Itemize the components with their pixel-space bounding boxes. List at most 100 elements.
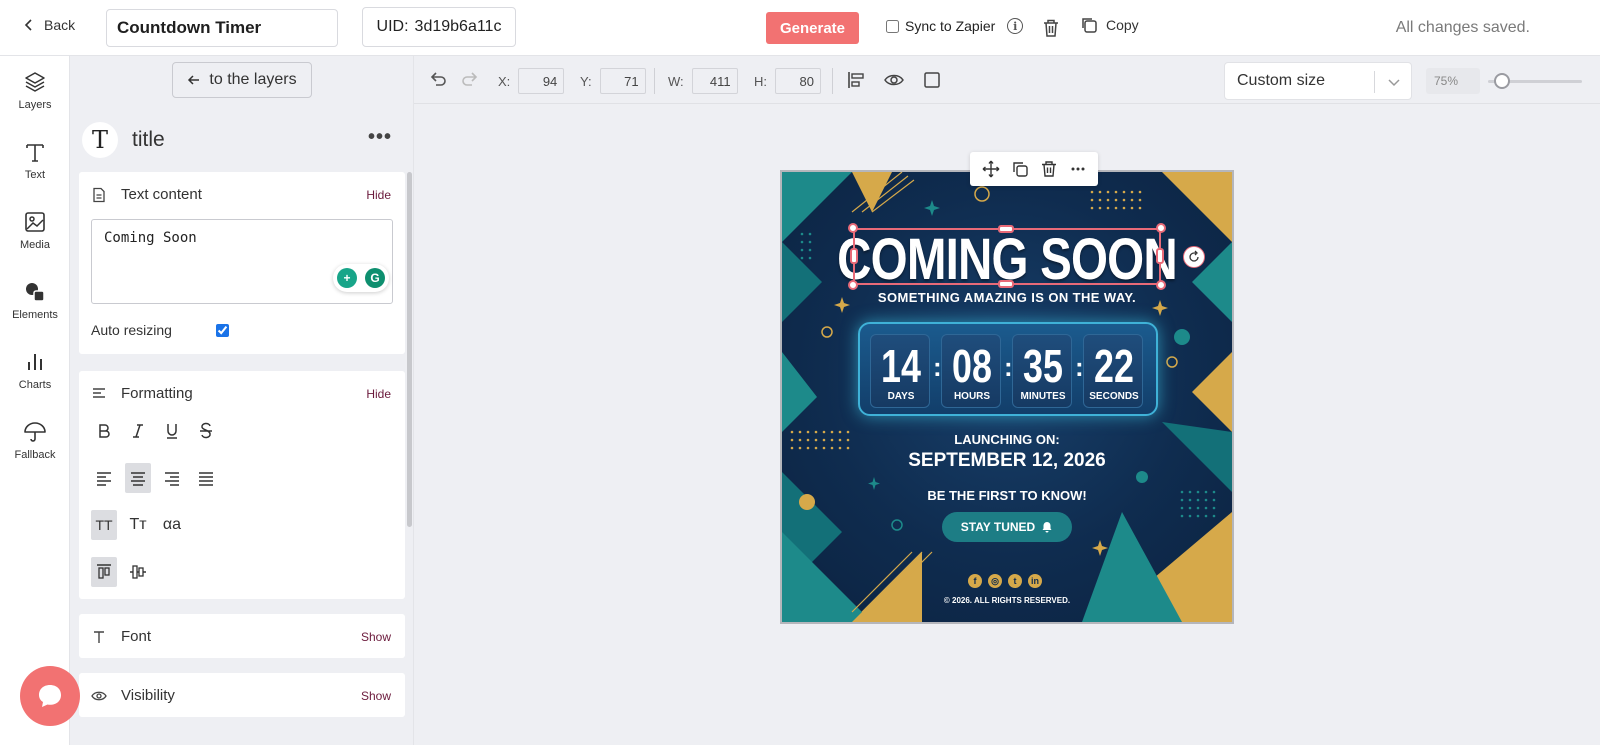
font-header: Font bbox=[91, 628, 151, 645]
align-right-button[interactable] bbox=[159, 463, 185, 493]
resize-handle[interactable] bbox=[850, 248, 858, 264]
x-input[interactable] bbox=[518, 68, 565, 94]
chevron-down-icon bbox=[1388, 79, 1400, 87]
rail-item-fallback[interactable]: Fallback bbox=[0, 420, 70, 461]
twitter-icon[interactable]: t bbox=[1008, 574, 1022, 588]
resize-handle[interactable] bbox=[1156, 223, 1166, 233]
align-center-button[interactable] bbox=[125, 463, 151, 493]
panel-scrollbar[interactable] bbox=[407, 172, 412, 527]
stay-tuned-button[interactable]: STAY TUNED bbox=[942, 512, 1072, 542]
sync-zapier[interactable]: Sync to Zapier i bbox=[886, 18, 1024, 34]
strikethrough-button[interactable] bbox=[193, 416, 219, 446]
formatting-toggle[interactable]: Hide bbox=[366, 387, 391, 401]
y-input[interactable] bbox=[599, 68, 646, 94]
capitalize-button[interactable]: Tт bbox=[125, 510, 151, 540]
undo-icon[interactable] bbox=[428, 70, 448, 90]
timer-minutes: 35 MINUTES bbox=[1012, 334, 1072, 408]
height-field: H: bbox=[754, 68, 821, 94]
generate-button[interactable]: Generate bbox=[766, 12, 859, 44]
rail-item-media[interactable]: Media bbox=[0, 210, 70, 251]
resize-handle[interactable] bbox=[1156, 248, 1164, 264]
poster-subtitle[interactable]: SOMETHING AMAZING IS ON THE WAY. bbox=[782, 290, 1232, 305]
align-left-button[interactable] bbox=[91, 463, 117, 493]
resize-handle[interactable] bbox=[848, 280, 858, 290]
bold-button[interactable] bbox=[91, 416, 117, 446]
to-layers-button[interactable]: to the layers bbox=[172, 62, 312, 98]
uppercase-button[interactable]: TT bbox=[91, 510, 117, 540]
resize-handle[interactable] bbox=[1156, 280, 1166, 290]
more-options-icon[interactable]: ••• bbox=[368, 126, 392, 149]
w-input[interactable] bbox=[691, 68, 738, 94]
resize-handle[interactable] bbox=[998, 225, 1014, 233]
resize-handle[interactable] bbox=[848, 223, 858, 233]
eye-icon bbox=[91, 691, 107, 700]
auto-resizing-row: Auto resizing bbox=[91, 322, 229, 338]
copyright[interactable]: © 2026. ALL RIGHTS RESERVED. bbox=[782, 596, 1232, 605]
delete-icon[interactable] bbox=[1040, 160, 1058, 178]
uid-value: 3d19b6a11c bbox=[414, 18, 502, 35]
redo-icon[interactable] bbox=[460, 70, 480, 90]
selection-box[interactable] bbox=[848, 223, 1166, 290]
sync-zapier-checkbox[interactable] bbox=[886, 19, 899, 33]
align-objects-icon[interactable] bbox=[846, 70, 866, 90]
zoom-slider-thumb[interactable] bbox=[1494, 73, 1510, 89]
layer-header: T title ••• bbox=[82, 122, 402, 158]
canvas-size-select[interactable]: Custom size bbox=[1224, 62, 1412, 100]
rotate-handle[interactable] bbox=[1183, 246, 1205, 268]
justify-button[interactable] bbox=[193, 463, 219, 493]
chat-button[interactable] bbox=[20, 666, 80, 726]
top-bar: Back UID: 3d19b6a11c Generate Sync to Za… bbox=[0, 0, 1600, 56]
launch-date[interactable]: SEPTEMBER 12, 2026 bbox=[782, 450, 1232, 472]
visibility-toggle[interactable]: Show bbox=[361, 689, 391, 703]
linkedin-icon[interactable]: in bbox=[1028, 574, 1042, 588]
more-icon[interactable] bbox=[1069, 160, 1087, 178]
zoom-level[interactable]: 75% bbox=[1426, 68, 1480, 94]
image-icon bbox=[25, 212, 45, 232]
facebook-icon[interactable]: f bbox=[968, 574, 982, 588]
underline-button[interactable] bbox=[159, 416, 185, 446]
copy-icon bbox=[1082, 18, 1097, 33]
lowercase-button[interactable]: αa bbox=[159, 510, 185, 540]
visibility-card: Visibility Show bbox=[79, 673, 405, 717]
umbrella-icon bbox=[24, 422, 46, 442]
bold-icon bbox=[99, 424, 110, 438]
valign-middle-button[interactable] bbox=[125, 557, 151, 587]
underline-icon bbox=[167, 424, 177, 439]
instagram-icon[interactable]: ◎ bbox=[988, 574, 1002, 588]
h-input[interactable] bbox=[775, 68, 821, 94]
cta-text[interactable]: BE THE FIRST TO KNOW! bbox=[782, 488, 1232, 503]
text-content-toggle[interactable]: Hide bbox=[366, 188, 391, 202]
italic-icon bbox=[133, 424, 143, 438]
text-layer-icon: T bbox=[82, 122, 118, 158]
copy-button[interactable]: Copy bbox=[1080, 16, 1139, 34]
grammarly-badge[interactable]: + G bbox=[333, 264, 389, 292]
arrow-left-icon bbox=[188, 75, 200, 85]
resize-handle[interactable] bbox=[998, 280, 1014, 288]
rail-item-charts[interactable]: Charts bbox=[0, 350, 70, 391]
eye-icon[interactable] bbox=[884, 70, 904, 90]
valign-top-button[interactable] bbox=[91, 557, 117, 587]
info-icon[interactable]: i bbox=[1007, 18, 1024, 34]
launch-label[interactable]: LAUNCHING ON: bbox=[782, 432, 1232, 447]
back-button[interactable]: Back bbox=[22, 17, 75, 33]
project-name-input[interactable] bbox=[106, 9, 338, 47]
timer-seconds: 22 SECONDS bbox=[1083, 334, 1143, 408]
duplicate-icon[interactable] bbox=[1011, 160, 1029, 178]
frame-icon[interactable] bbox=[922, 70, 942, 90]
shapes-icon bbox=[26, 283, 45, 302]
rail-item-elements[interactable]: Elements bbox=[0, 280, 70, 321]
element-toolbar bbox=[970, 152, 1098, 186]
countdown-timer[interactable]: 14 DAYS : 08 HOURS : 35 MINUTES : 22 SEC… bbox=[858, 322, 1158, 416]
rail-item-layers[interactable]: Layers bbox=[0, 70, 70, 111]
back-label: Back bbox=[44, 17, 76, 33]
delete-icon[interactable] bbox=[1042, 18, 1060, 38]
select-divider bbox=[1374, 71, 1375, 93]
font-toggle[interactable]: Show bbox=[361, 630, 391, 644]
auto-resizing-checkbox[interactable] bbox=[215, 323, 229, 337]
move-icon[interactable] bbox=[982, 160, 1000, 178]
rail-item-text[interactable]: Text bbox=[0, 140, 70, 181]
bell-icon bbox=[1042, 522, 1052, 533]
formatting-header: Formatting bbox=[91, 385, 193, 402]
italic-button[interactable] bbox=[125, 416, 151, 446]
timer-value: 35 bbox=[1023, 340, 1063, 392]
